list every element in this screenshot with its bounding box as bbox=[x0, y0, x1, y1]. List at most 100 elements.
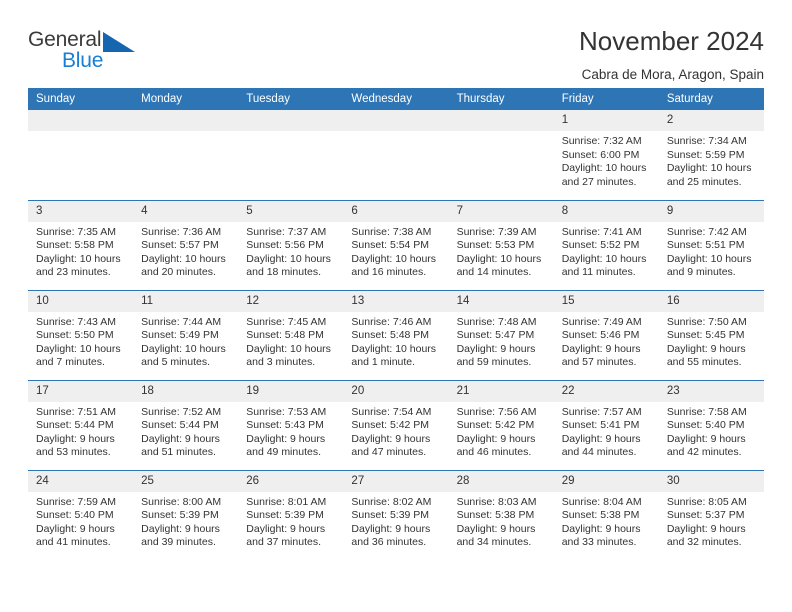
daylight-text: Daylight: 9 hours and 46 minutes. bbox=[456, 432, 536, 459]
day-details: Sunrise: 7:43 AM Sunset: 5:50 PM Daylight:… bbox=[28, 312, 133, 370]
day-number: 7 bbox=[448, 200, 554, 222]
day-number: 18 bbox=[133, 380, 239, 402]
day-details: Sunrise: 7:46 AM Sunset: 5:48 PM Daylight:… bbox=[343, 312, 448, 370]
day-number: 17 bbox=[28, 380, 134, 402]
calendar-day-cell[interactable]: 24 Sunrise: 7:59 AM Sunset: 5:40 PM Dayligh… bbox=[28, 469, 134, 560]
weekday-header-sunday: Sunday bbox=[28, 88, 134, 110]
day-number: 5 bbox=[238, 200, 344, 222]
calendar-day-cell[interactable]: 10 Sunrise: 7:43 AM Sunset: 5:50 PM Dayligh… bbox=[28, 289, 134, 380]
day-number: 24 bbox=[28, 470, 134, 492]
day-details: Sunrise: 7:38 AM Sunset: 5:54 PM Daylight:… bbox=[343, 222, 448, 280]
day-details: Sunrise: 7:56 AM Sunset: 5:42 PM Daylight:… bbox=[449, 402, 554, 460]
day-number: 20 bbox=[343, 380, 449, 402]
day-details: Sunrise: 7:34 AM Sunset: 5:59 PM Daylight:… bbox=[659, 131, 764, 189]
sunrise-text: Sunrise: 7:46 AM bbox=[351, 315, 432, 328]
sunset-text: Sunset: 6:00 PM bbox=[561, 148, 640, 161]
calendar-day-cell[interactable]: 26 Sunrise: 8:01 AM Sunset: 5:39 PM Dayligh… bbox=[238, 469, 344, 560]
day-number bbox=[448, 110, 554, 131]
sunset-text: Sunset: 5:42 PM bbox=[456, 419, 535, 432]
day-details: Sunrise: 7:32 AM Sunset: 6:00 PM Daylight:… bbox=[554, 131, 659, 189]
calendar-day-cell-empty bbox=[28, 110, 134, 200]
daylight-text: Daylight: 9 hours and 49 minutes. bbox=[246, 432, 326, 459]
day-details: Sunrise: 7:37 AM Sunset: 5:56 PM Daylight:… bbox=[238, 222, 343, 280]
calendar-day-cell[interactable]: 19 Sunrise: 7:53 AM Sunset: 5:43 PM Dayligh… bbox=[238, 379, 344, 470]
calendar-day-cell[interactable]: 13 Sunrise: 7:46 AM Sunset: 5:48 PM Dayligh… bbox=[343, 289, 449, 380]
sunrise-text: Sunrise: 7:35 AM bbox=[36, 225, 116, 238]
sunset-text: Sunset: 5:57 PM bbox=[141, 239, 219, 252]
weekday-header-thursday: Thursday bbox=[448, 88, 554, 110]
general-blue-logo[interactable]: General Blue bbox=[28, 26, 148, 82]
day-number: 9 bbox=[658, 200, 764, 222]
sunrise-text: Sunrise: 7:52 AM bbox=[141, 405, 222, 418]
calendar-day-cell[interactable]: 7 Sunrise: 7:39 AM Sunset: 5:53 PM Daylight… bbox=[448, 199, 554, 290]
calendar-day-cell-empty bbox=[448, 110, 554, 200]
day-details: Sunrise: 7:41 AM Sunset: 5:52 PM Daylight:… bbox=[554, 222, 659, 280]
daylight-text: Daylight: 10 hours and 25 minutes. bbox=[666, 162, 752, 188]
calendar-day-cell[interactable]: 23 Sunrise: 7:58 AM Sunset: 5:40 PM Dayligh… bbox=[658, 379, 764, 470]
calendar-day-cell[interactable]: 11 Sunrise: 7:44 AM Sunset: 5:49 PM Dayligh… bbox=[133, 289, 239, 380]
sunrise-text: Sunrise: 7:51 AM bbox=[36, 405, 116, 418]
sunset-text: Sunset: 5:39 PM bbox=[141, 509, 219, 522]
sunset-text: Sunset: 5:54 PM bbox=[351, 239, 430, 252]
day-details: Sunrise: 8:05 AM Sunset: 5:37 PM Daylight:… bbox=[659, 492, 764, 550]
calendar-day-cell[interactable]: 22 Sunrise: 7:57 AM Sunset: 5:41 PM Dayligh… bbox=[553, 379, 659, 470]
calendar-day-cell[interactable]: 27 Sunrise: 8:02 AM Sunset: 5:39 PM Dayligh… bbox=[343, 469, 449, 560]
calendar-day-cell-empty bbox=[238, 110, 344, 200]
day-number: 21 bbox=[448, 380, 554, 402]
day-number: 3 bbox=[28, 200, 134, 222]
sunrise-text: Sunrise: 7:50 AM bbox=[666, 315, 747, 328]
weekday-header-tuesday: Tuesday bbox=[238, 88, 344, 110]
calendar-day-cell[interactable]: 29 Sunrise: 8:04 AM Sunset: 5:38 PM Dayligh… bbox=[553, 469, 659, 560]
day-number: 29 bbox=[553, 470, 659, 492]
sunrise-text: Sunrise: 7:41 AM bbox=[561, 225, 642, 238]
day-number: 26 bbox=[238, 470, 344, 492]
daylight-text: Daylight: 9 hours and 41 minutes. bbox=[36, 522, 115, 549]
calendar-day-cell[interactable]: 25 Sunrise: 8:00 AM Sunset: 5:39 PM Dayligh… bbox=[133, 469, 239, 560]
sunrise-text: Sunrise: 7:45 AM bbox=[246, 315, 327, 328]
calendar-day-cell[interactable]: 6 Sunrise: 7:38 AM Sunset: 5:54 PM Daylight… bbox=[343, 199, 449, 290]
sunrise-text: Sunrise: 8:05 AM bbox=[666, 495, 747, 508]
calendar-day-cell[interactable]: 15 Sunrise: 7:49 AM Sunset: 5:46 PM Dayligh… bbox=[553, 289, 659, 380]
sunrise-text: Sunrise: 7:43 AM bbox=[36, 315, 116, 328]
day-details: Sunrise: 8:03 AM Sunset: 5:38 PM Daylight:… bbox=[449, 492, 554, 550]
day-number: 8 bbox=[553, 200, 659, 222]
calendar-day-cell[interactable]: 16 Sunrise: 7:50 AM Sunset: 5:45 PM Dayligh… bbox=[658, 289, 764, 380]
day-details: Sunrise: 7:42 AM Sunset: 5:51 PM Daylight:… bbox=[659, 222, 764, 280]
calendar-day-cell[interactable]: 4 Sunrise: 7:36 AM Sunset: 5:57 PM Daylight… bbox=[133, 199, 239, 290]
sunset-text: Sunset: 5:39 PM bbox=[246, 509, 324, 522]
day-details: Sunrise: 8:02 AM Sunset: 5:39 PM Daylight:… bbox=[343, 492, 448, 550]
calendar-day-cell[interactable]: 2 Sunrise: 7:34 AM Sunset: 5:59 PM Daylight… bbox=[658, 110, 764, 200]
calendar-day-cell[interactable]: 9 Sunrise: 7:42 AM Sunset: 5:51 PM Daylight… bbox=[658, 199, 764, 290]
daylight-text: Daylight: 9 hours and 57 minutes. bbox=[561, 342, 641, 369]
calendar-day-cell-empty bbox=[343, 110, 449, 200]
sunrise-text: Sunrise: 7:44 AM bbox=[141, 315, 222, 328]
calendar-day-cell[interactable]: 14 Sunrise: 7:48 AM Sunset: 5:47 PM Dayligh… bbox=[448, 289, 554, 380]
sunset-text: Sunset: 5:44 PM bbox=[141, 419, 219, 432]
sunset-text: Sunset: 5:53 PM bbox=[456, 239, 535, 252]
day-number bbox=[133, 110, 239, 131]
weekday-header-saturday: Saturday bbox=[658, 88, 764, 110]
calendar-day-cell[interactable]: 17 Sunrise: 7:51 AM Sunset: 5:44 PM Dayligh… bbox=[28, 379, 134, 470]
calendar-day-cell[interactable]: 20 Sunrise: 7:54 AM Sunset: 5:42 PM Dayligh… bbox=[343, 379, 449, 470]
calendar-day-cell[interactable]: 21 Sunrise: 7:56 AM Sunset: 5:42 PM Dayligh… bbox=[448, 379, 554, 470]
calendar-day-cell[interactable]: 12 Sunrise: 7:45 AM Sunset: 5:48 PM Dayligh… bbox=[238, 289, 344, 380]
day-details: Sunrise: 7:53 AM Sunset: 5:43 PM Daylight:… bbox=[238, 402, 343, 460]
calendar-day-cell[interactable]: 30 Sunrise: 8:05 AM Sunset: 5:37 PM Dayligh… bbox=[658, 469, 764, 560]
daylight-text: Daylight: 10 hours and 1 minute. bbox=[351, 342, 437, 369]
calendar-header-row: Sunday Monday Tuesday Wednesday Thursday Frid… bbox=[28, 88, 764, 110]
calendar-day-cell[interactable]: 5 Sunrise: 7:37 AM Sunset: 5:56 PM Daylight… bbox=[238, 199, 344, 290]
daylight-text: Daylight: 10 hours and 23 minutes. bbox=[36, 252, 121, 279]
day-number bbox=[238, 110, 344, 131]
daylight-text: Daylight: 9 hours and 32 minutes. bbox=[666, 522, 746, 549]
sunset-text: Sunset: 5:44 PM bbox=[36, 419, 114, 432]
calendar-day-cell[interactable]: 3 Sunrise: 7:35 AM Sunset: 5:58 PM Daylight… bbox=[28, 199, 134, 290]
calendar-day-cell[interactable]: 18 Sunrise: 7:52 AM Sunset: 5:44 PM Dayligh… bbox=[133, 379, 239, 470]
calendar-day-cell[interactable]: 8 Sunrise: 7:41 AM Sunset: 5:52 PM Daylight… bbox=[553, 199, 659, 290]
sunset-text: Sunset: 5:48 PM bbox=[351, 329, 430, 342]
calendar-week-row: 17 Sunrise: 7:51 AM Sunset: 5:44 PM Dayligh… bbox=[28, 379, 764, 470]
sunset-text: Sunset: 5:42 PM bbox=[351, 419, 430, 432]
sunrise-text: Sunrise: 7:32 AM bbox=[561, 135, 642, 147]
calendar-day-cell[interactable]: 1 Sunrise: 7:32 AM Sunset: 6:00 PM Daylight… bbox=[553, 110, 659, 200]
calendar-day-cell[interactable]: 28 Sunrise: 8:03 AM Sunset: 5:38 PM Dayligh… bbox=[448, 469, 554, 560]
day-number: 23 bbox=[658, 380, 764, 402]
